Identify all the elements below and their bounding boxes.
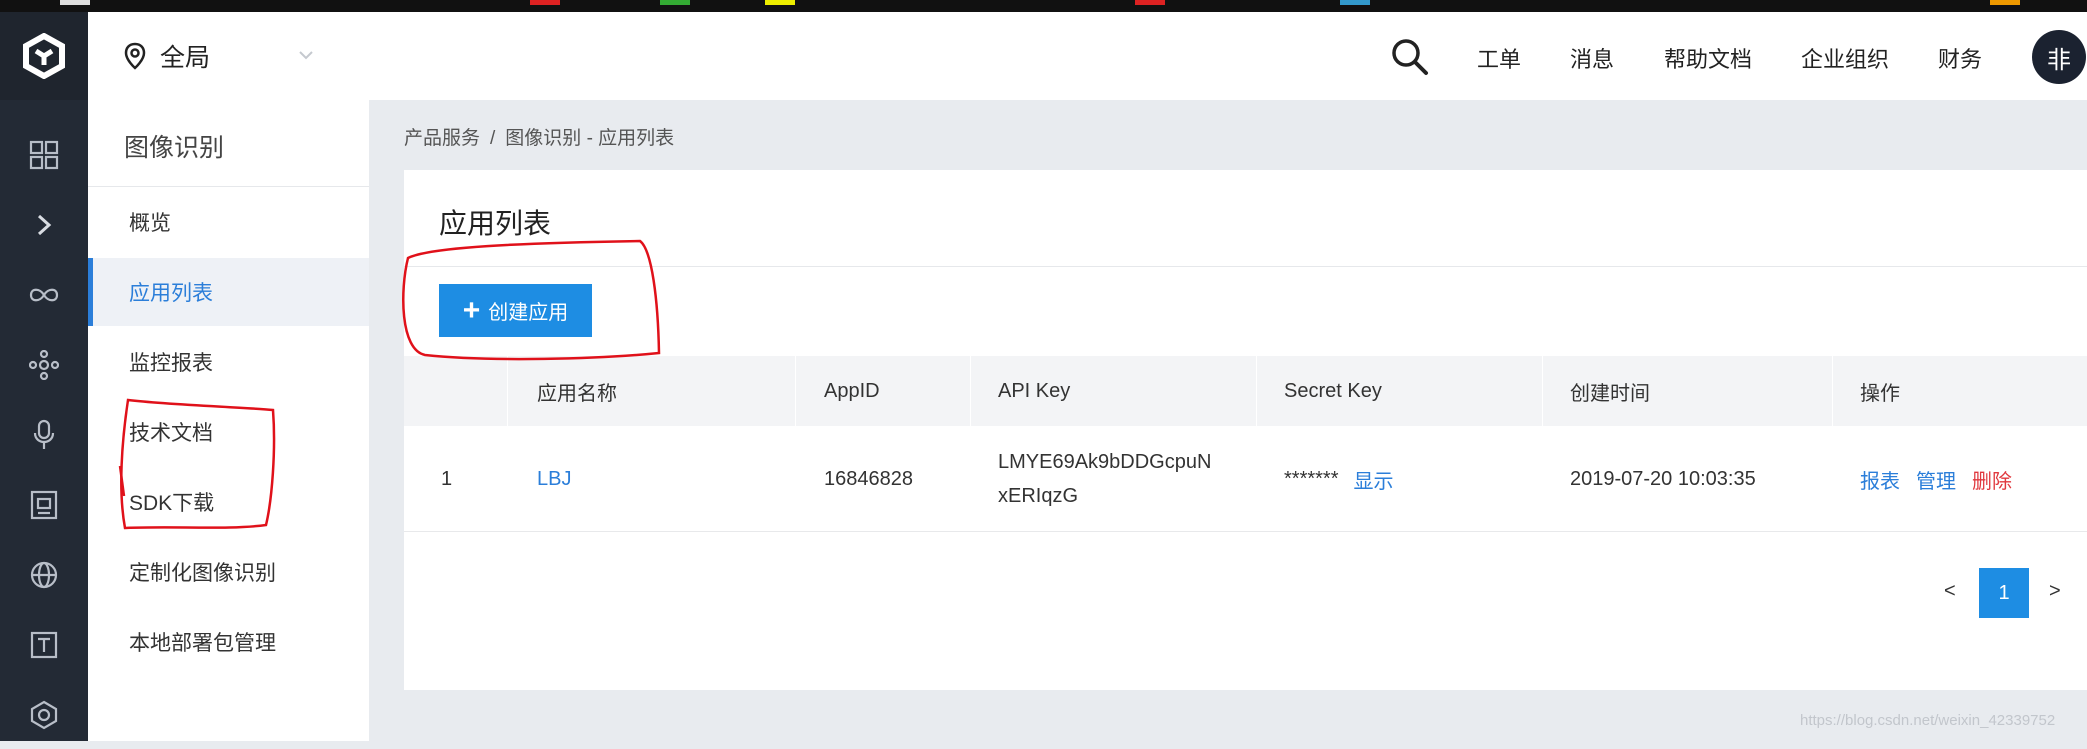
nav-help-docs[interactable]: 帮助文档 <box>1664 42 1752 74</box>
column-separator <box>1542 356 1543 426</box>
region-selector[interactable]: 全局 <box>124 12 210 100</box>
breadcrumb-separator: / <box>490 128 496 149</box>
pagination-prev[interactable]: < <box>1944 580 1956 603</box>
sidebar-title: 图像识别 <box>124 134 225 162</box>
top-header: 全局 工单 消息 帮助文档 企业组织 财务 非 <box>88 12 2087 100</box>
nav-messages[interactable]: 消息 <box>1570 42 1614 74</box>
infinity-icon[interactable] <box>0 261 88 329</box>
secret-key-masked: ******* <box>1284 467 1339 490</box>
sidebar-item-tech-docs[interactable]: 技术文档 <box>88 398 369 466</box>
sidebar-item-monitor-reports[interactable]: 监控报表 <box>88 328 369 396</box>
api-key-line-2: xERIqzG <box>998 485 1079 507</box>
globe-icon[interactable] <box>0 541 88 609</box>
create-app-button[interactable]: + 创建应用 <box>439 284 592 337</box>
app-id-value: 16846828 <box>824 467 913 490</box>
network-nodes-icon[interactable] <box>0 331 88 399</box>
logo-icon[interactable] <box>0 12 88 100</box>
plus-icon: + <box>462 293 481 327</box>
col-header-app-name: 应用名称 <box>537 382 617 405</box>
delete-link[interactable]: 删除 <box>1972 465 2012 494</box>
pagination-page-1[interactable]: 1 <box>1979 568 2029 618</box>
text-t-icon[interactable] <box>0 611 88 679</box>
col-header-secret-key: Secret Key <box>1284 379 1382 402</box>
sidebar-item-app-list[interactable]: 应用列表 <box>88 258 369 326</box>
page-title: 应用列表 <box>439 208 552 239</box>
app-name-link[interactable]: LBJ <box>537 426 571 532</box>
api-key-cell: LMYE69Ak9bDDGcpuN xERIqzG <box>998 426 1211 532</box>
avatar[interactable]: 非 <box>2032 30 2086 84</box>
os-top-strip <box>0 0 2087 12</box>
sidebar-item-custom-recognition[interactable]: 定制化图像识别 <box>88 538 369 606</box>
nav-organization[interactable]: 企业组织 <box>1801 42 1889 74</box>
row-index: 1 <box>441 467 453 490</box>
microphone-icon[interactable] <box>0 401 88 469</box>
image-frame-icon[interactable] <box>0 471 88 539</box>
app-list-card: 应用列表 + 创建应用 应用名称 AppID API Key Secret Ke… <box>404 170 2087 690</box>
secret-key-cell: ******* 显示 <box>1284 426 1393 532</box>
sidebar-item-overview[interactable]: 概览 <box>88 188 369 256</box>
col-header-actions: 操作 <box>1860 382 1900 405</box>
column-separator <box>795 356 796 426</box>
product-sidebar: 图像识别 概览 应用列表 监控报表 技术文档 SDK下载 定制化图像识别 本地部… <box>88 100 369 741</box>
icon-rail <box>0 12 88 741</box>
pagination-next[interactable]: > <box>2049 580 2061 603</box>
col-header-created-time: 创建时间 <box>1570 382 1650 405</box>
nav-finance[interactable]: 财务 <box>1938 42 1982 74</box>
created-time-value: 2019-07-20 10:03:35 <box>1570 467 1756 490</box>
create-app-label: 创建应用 <box>488 302 569 324</box>
table-row: 1 LBJ 16846828 LMYE69Ak9bDDGcpuN xERIqzG… <box>404 426 2087 532</box>
breadcrumb-root[interactable]: 产品服务 <box>404 128 480 149</box>
search-icon[interactable] <box>1388 36 1430 78</box>
table-header: 应用名称 AppID API Key Secret Key 创建时间 操作 <box>404 356 2087 426</box>
sidebar-divider <box>88 186 369 187</box>
col-header-api-key: API Key <box>998 379 1071 402</box>
chevron-down-icon[interactable] <box>298 50 314 60</box>
breadcrumb: 产品服务 / 图像识别 - 应用列表 <box>404 123 674 150</box>
sidebar-item-local-deploy[interactable]: 本地部署包管理 <box>88 608 369 676</box>
api-key-line-1: LMYE69Ak9bDDGcpuN <box>998 451 1212 473</box>
column-separator <box>1832 356 1833 426</box>
sidebar-item-sdk-download[interactable]: SDK下载 <box>88 468 369 536</box>
column-separator <box>507 356 508 426</box>
title-divider <box>404 266 2087 267</box>
report-link[interactable]: 报表 <box>1860 465 1900 494</box>
region-label: 全局 <box>160 44 211 72</box>
hexagon-icon[interactable] <box>0 681 88 749</box>
breadcrumb-current: 图像识别 - 应用列表 <box>505 128 675 149</box>
expand-chevron-icon[interactable] <box>0 191 88 259</box>
actions-cell: 报表 管理 删除 <box>1860 426 2012 532</box>
watermark: https://blog.csdn.net/weixin_42339752 <box>1800 712 2056 729</box>
col-header-app-id: AppID <box>824 379 880 402</box>
column-separator <box>970 356 971 426</box>
show-secret-link[interactable]: 显示 <box>1353 465 1393 494</box>
column-separator <box>1256 356 1257 426</box>
location-pin-icon <box>124 42 146 70</box>
nav-tickets[interactable]: 工单 <box>1477 42 1521 74</box>
dashboard-grid-icon[interactable] <box>0 121 88 189</box>
manage-link[interactable]: 管理 <box>1916 465 1956 494</box>
